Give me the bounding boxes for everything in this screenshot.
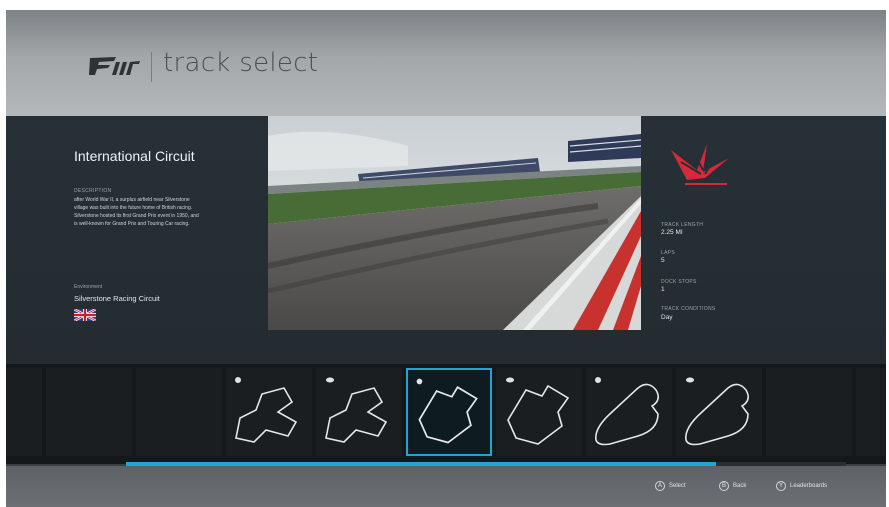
laps-label: LAPS (661, 250, 675, 256)
header-bar: track select (6, 10, 886, 116)
track-tile-empty[interactable] (856, 368, 886, 456)
select-hint[interactable]: A Select (655, 480, 686, 492)
track-select-screen: track select International Circuit DESCR… (6, 10, 886, 507)
track-layout-icon (685, 377, 750, 446)
track-conditions-label: TRACK CONDITIONS (661, 306, 716, 312)
track-name: International Circuit (74, 148, 195, 164)
track-layout-icon (416, 378, 478, 444)
environment-value: Silverstone Racing Circuit (74, 294, 160, 303)
track-tile-empty[interactable] (46, 368, 132, 456)
track-layout-icon (506, 377, 570, 445)
track-preview-image (268, 116, 641, 330)
b-button-icon: B (719, 481, 729, 491)
track-tile-empty[interactable] (6, 368, 42, 456)
y-button-icon: Y (776, 481, 786, 491)
track-tile[interactable] (676, 368, 762, 456)
track-length-value: 2.25 MI (661, 229, 683, 236)
track-length-label: TRACK LENGTH (661, 222, 704, 228)
track-layout-icon (325, 377, 388, 443)
back-hint[interactable]: B Back (719, 480, 746, 492)
track-carousel (6, 364, 886, 464)
leaderboards-hint[interactable]: Y Leaderboards (776, 480, 827, 492)
description-label: DESCRIPTION (74, 188, 112, 194)
footer-bar: A Select B Back Y Leaderboards (6, 466, 886, 507)
track-layout-icon (595, 377, 660, 446)
sun-icon (595, 377, 601, 383)
laps-value: 5 (661, 257, 665, 264)
track-tile-empty[interactable] (766, 368, 852, 456)
track-detail-panel: International Circuit DESCRIPTION after … (6, 116, 886, 364)
select-hint-label: Select (669, 483, 686, 489)
cloud-icon (506, 377, 514, 383)
header-divider (151, 52, 152, 82)
dock-stops-label: DOCK STOPS (661, 279, 697, 285)
uk-flag-icon (74, 309, 96, 321)
track-tile[interactable] (316, 368, 402, 456)
environment-label: Environment (74, 284, 103, 290)
cloud-icon (326, 377, 334, 383)
track-layout-icon (235, 377, 298, 443)
sun-icon (416, 378, 423, 385)
back-hint-label: Back (733, 483, 747, 489)
sun-icon (235, 377, 241, 383)
track-conditions-value: Day (661, 314, 673, 321)
dock-stops-value: 1 (661, 286, 665, 293)
forza-logo-icon (89, 57, 140, 75)
track-tile-selected[interactable] (406, 368, 492, 456)
silverstone-logo-icon (671, 144, 729, 185)
cloud-icon (686, 377, 694, 383)
leaderboards-hint-label: Leaderboards (790, 483, 828, 489)
screen-title: track select (163, 48, 319, 78)
description-text: after World War II, a surplus airfield n… (74, 197, 199, 227)
track-tile[interactable] (586, 368, 672, 456)
a-button-icon: A (655, 481, 665, 491)
track-tile-empty[interactable] (136, 368, 222, 456)
track-tile[interactable] (496, 368, 582, 456)
track-tile[interactable] (226, 368, 312, 456)
